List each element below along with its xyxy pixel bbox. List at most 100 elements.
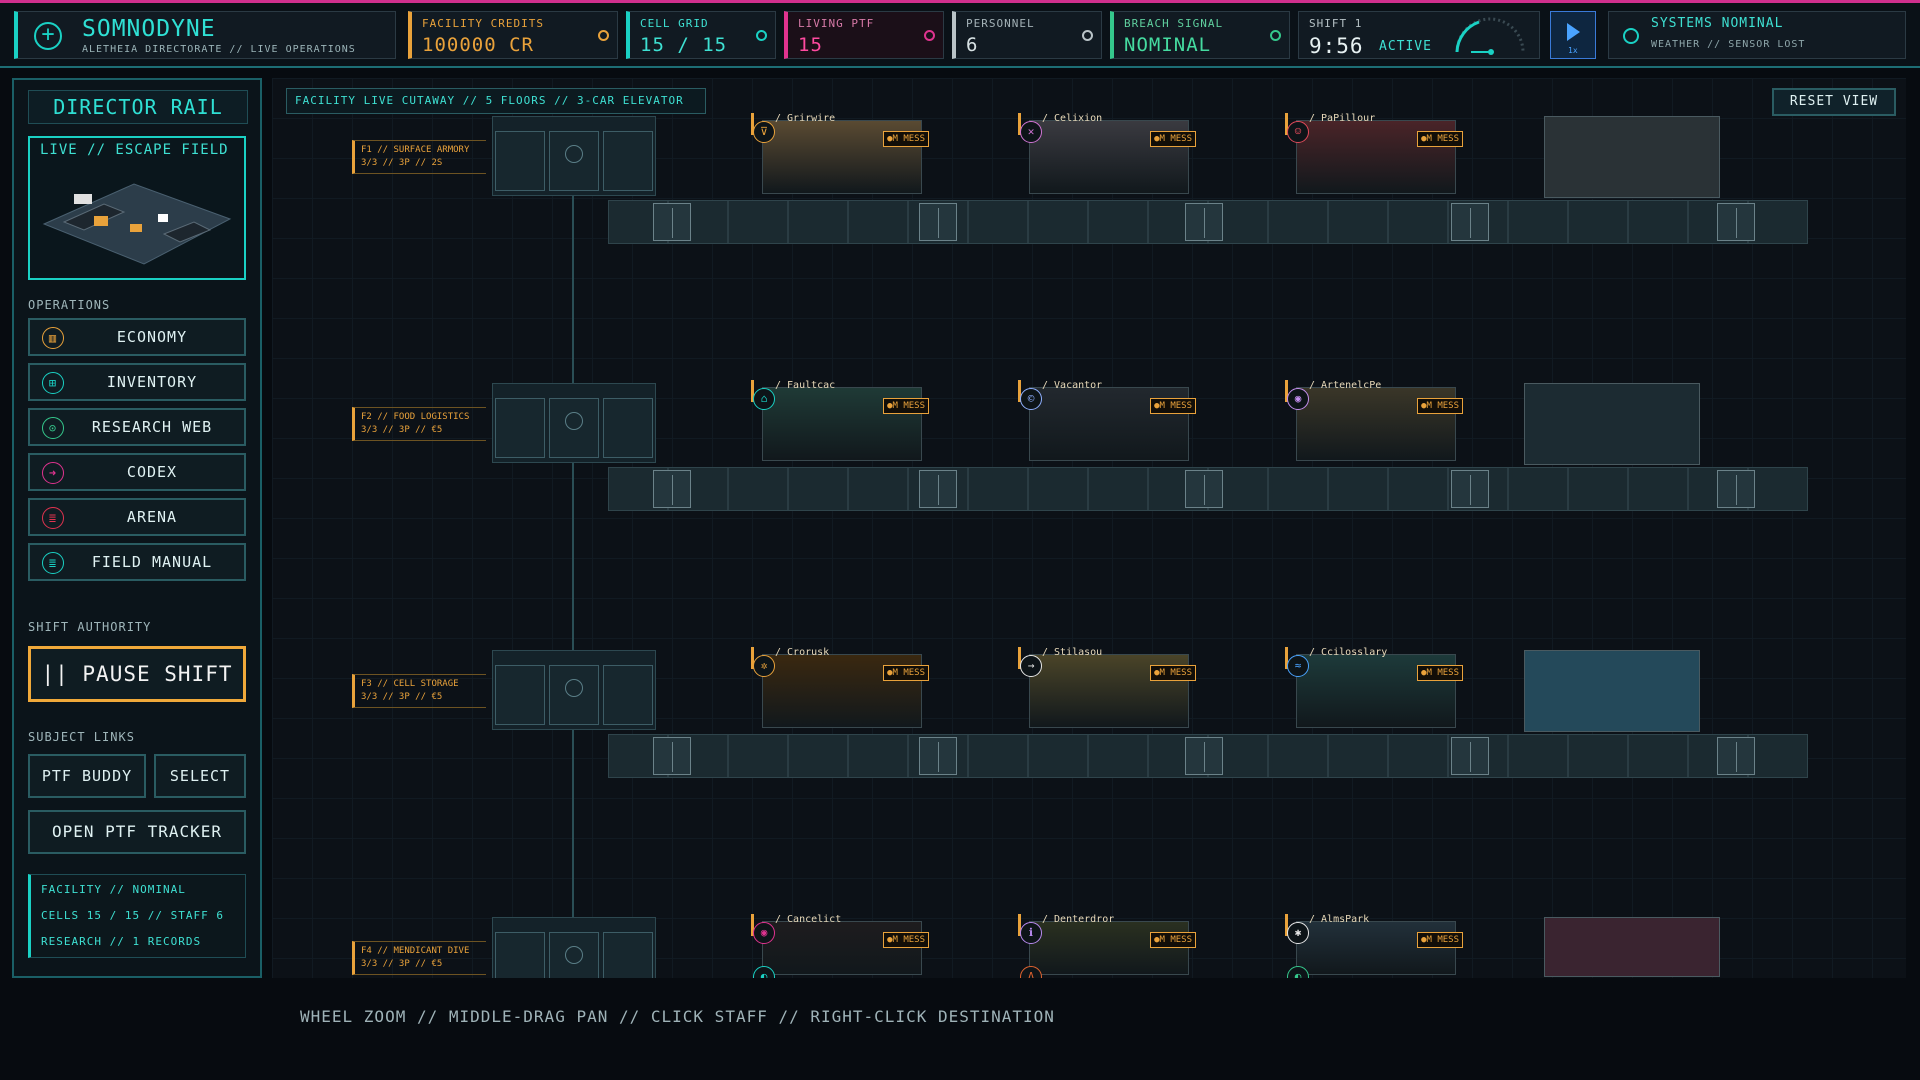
ptf-cell-room[interactable]: ✱ / AlmsPark ●M MESS ◐ — [1285, 914, 1463, 978]
status-icon: ◐ — [1287, 966, 1309, 978]
cellgrid-status-icon — [756, 30, 767, 41]
select-button[interactable]: SELECT — [154, 754, 246, 798]
corridor[interactable] — [608, 734, 1808, 778]
floor-2: F2 // FOOD LOGISTICS 3/3 // 3P // €5 ⌂ / Fa… — [272, 380, 1906, 513]
arena-button[interactable]: ≣ ARENA — [28, 498, 246, 536]
corridor-door[interactable] — [653, 737, 691, 775]
personnel-panel: PERSONNEL 6 — [952, 11, 1102, 59]
breach-label: BREACH SIGNAL — [1124, 17, 1224, 30]
cell-grid-panel: CELL GRID 15 / 15 — [626, 11, 776, 59]
elevator-car[interactable] — [495, 131, 545, 191]
research-web-button[interactable]: ⊙ RESEARCH WEB — [28, 408, 246, 446]
corridor-door[interactable] — [1451, 203, 1489, 241]
magnifier-icon: ⊙ — [42, 417, 64, 439]
floor-label-title: F4 // MENDICANT DIVE — [361, 946, 470, 956]
elevator-car[interactable] — [603, 665, 653, 725]
economy-label: ECONOMY — [116, 328, 188, 346]
ptf-cell-room[interactable]: → / Stilasou ●M MESS — [1018, 647, 1196, 728]
elevator-bank[interactable] — [492, 917, 656, 978]
codex-button[interactable]: ➜ CODEX — [28, 453, 246, 491]
ptf-cell-room[interactable]: ☺ / PaPillour ●M MESS — [1285, 113, 1463, 194]
field-manual-button[interactable]: ≣ FIELD MANUAL — [28, 543, 246, 581]
ptf-cell-room[interactable]: ⊽ / Grirwire ●M MESS — [751, 113, 929, 194]
reset-view-button[interactable]: RESET VIEW — [1772, 88, 1896, 116]
pause-shift-button[interactable]: || PAUSE SHIFT — [28, 646, 246, 702]
bar-chart-icon: ▥ — [42, 327, 64, 349]
corridor-door[interactable] — [653, 203, 691, 241]
floor-label-stats: 3/3 // 3P // €5 — [361, 692, 443, 702]
subject-name: / Ccilosslary — [1309, 647, 1388, 658]
floor-4: F4 // MENDICANT DIVE 3/3 // 3P // €5 ◉ / Ca… — [272, 914, 1906, 978]
elevator-car[interactable] — [495, 932, 545, 978]
ptf-cell-room[interactable]: ◉ / ArtenelcPe ●M MESS — [1285, 380, 1463, 461]
personnel-label: PERSONNEL — [966, 17, 1035, 30]
elevator-car[interactable] — [603, 932, 653, 978]
containment-chamber[interactable] — [1544, 116, 1720, 198]
ptf-cell-room[interactable]: ⌂ / Faultcac ●M MESS — [751, 380, 929, 461]
inventory-label: INVENTORY — [106, 373, 198, 391]
ptf-cell-room[interactable]: ◉ / Cancelict ●M MESS ◐ — [751, 914, 929, 978]
elevator-bank[interactable] — [492, 383, 656, 463]
corridor-door[interactable] — [1185, 470, 1223, 508]
corridor[interactable] — [608, 467, 1808, 511]
document-icon: ≣ — [42, 507, 64, 529]
floor-label: F1 // SURFACE ARMORY 3/3 // 3P // 2S — [352, 140, 486, 174]
ptf-cell-room[interactable]: ✲ / Crorusk ●M MESS — [751, 647, 929, 728]
director-rail: DIRECTOR RAIL LIVE // ESCAPE FIELD OPERA… — [12, 78, 262, 978]
corridor-door[interactable] — [1451, 737, 1489, 775]
ptf-cell-room[interactable]: ℹ / Denterdror ●M MESS Λ — [1018, 914, 1196, 978]
floor-1: F1 // SURFACE ARMORY 3/3 // 3P // 2S ⊽ / Gr… — [272, 113, 1906, 246]
containment-chamber[interactable] — [1524, 383, 1700, 465]
live-escape-field-preview[interactable]: LIVE // ESCAPE FIELD — [28, 136, 246, 280]
ptf-cell-room[interactable]: ≈ / Ccilosslary ●M MESS — [1285, 647, 1463, 728]
corridor-door[interactable] — [653, 470, 691, 508]
open-ptf-tracker-button[interactable]: OPEN PTF TRACKER — [28, 810, 246, 854]
corridor[interactable] — [608, 200, 1808, 244]
mess-badge: ●M MESS — [1150, 932, 1196, 948]
corridor-door[interactable] — [1717, 737, 1755, 775]
arrow-icon: ➜ — [42, 462, 64, 484]
elevator-node-icon — [565, 145, 583, 163]
brand-name: SOMNODYNE — [82, 16, 216, 42]
facility-status-box: FACILITY // NOMINAL CELLS 15 / 15 // STA… — [28, 874, 246, 958]
cellgrid-value: 15 / 15 — [640, 34, 728, 56]
corridor-door[interactable] — [919, 203, 957, 241]
elevator-car[interactable] — [603, 398, 653, 458]
containment-chamber[interactable] — [1544, 917, 1720, 977]
ptf-buddy-button[interactable]: PTF BUDDY — [28, 754, 146, 798]
economy-button[interactable]: ▥ ECONOMY — [28, 318, 246, 356]
elevator-car[interactable] — [603, 131, 653, 191]
corridor-door[interactable] — [919, 470, 957, 508]
corridor-door[interactable] — [919, 737, 957, 775]
corridor-door[interactable] — [1185, 737, 1223, 775]
elevator-bank[interactable] — [492, 116, 656, 196]
corridor-door[interactable] — [1717, 203, 1755, 241]
living-ptf-panel: LIVING PTF 15 — [784, 11, 944, 59]
systems-status-icon — [1623, 28, 1639, 44]
systems-panel: SYSTEMS NOMINAL WEATHER // SENSOR LOST — [1608, 11, 1906, 59]
facility-cutaway-viewport[interactable]: FACILITY LIVE CUTAWAY // 5 FLOORS // 3-C… — [272, 78, 1906, 978]
living-status-icon — [924, 30, 935, 41]
ptf-cell-room[interactable]: © / Vacantor ●M MESS — [1018, 380, 1196, 461]
elevator-car[interactable] — [495, 665, 545, 725]
floor-label: F4 // MENDICANT DIVE 3/3 // 3P // €5 — [352, 941, 486, 975]
controls-hint: WHEEL ZOOM // MIDDLE-DRAG PAN // CLICK S… — [300, 1007, 1055, 1026]
elevator-car[interactable] — [495, 398, 545, 458]
elevator-shaft — [572, 178, 574, 968]
mess-badge: ●M MESS — [1417, 665, 1463, 681]
shift-label: SHIFT 1 — [1309, 17, 1363, 30]
elevator-bank[interactable] — [492, 650, 656, 730]
breach-status-icon — [1270, 30, 1281, 41]
inventory-button[interactable]: ⊞ INVENTORY — [28, 363, 246, 401]
corridor-door[interactable] — [1451, 470, 1489, 508]
escape-field-map — [42, 183, 232, 265]
systems-sub: WEATHER // SENSOR LOST — [1651, 39, 1806, 50]
floor-3: F3 // CELL STORAGE 3/3 // 3P // €5 ✲ / Cror… — [272, 647, 1906, 780]
floor-label-title: F3 // CELL STORAGE — [361, 679, 459, 689]
corridor-door[interactable] — [1717, 470, 1755, 508]
play-speed-button[interactable]: 1x — [1550, 11, 1596, 59]
living-value: 15 — [798, 34, 823, 56]
corridor-door[interactable] — [1185, 203, 1223, 241]
ptf-cell-room[interactable]: ✕ / Celixion ●M MESS — [1018, 113, 1196, 194]
containment-chamber[interactable] — [1524, 650, 1700, 732]
